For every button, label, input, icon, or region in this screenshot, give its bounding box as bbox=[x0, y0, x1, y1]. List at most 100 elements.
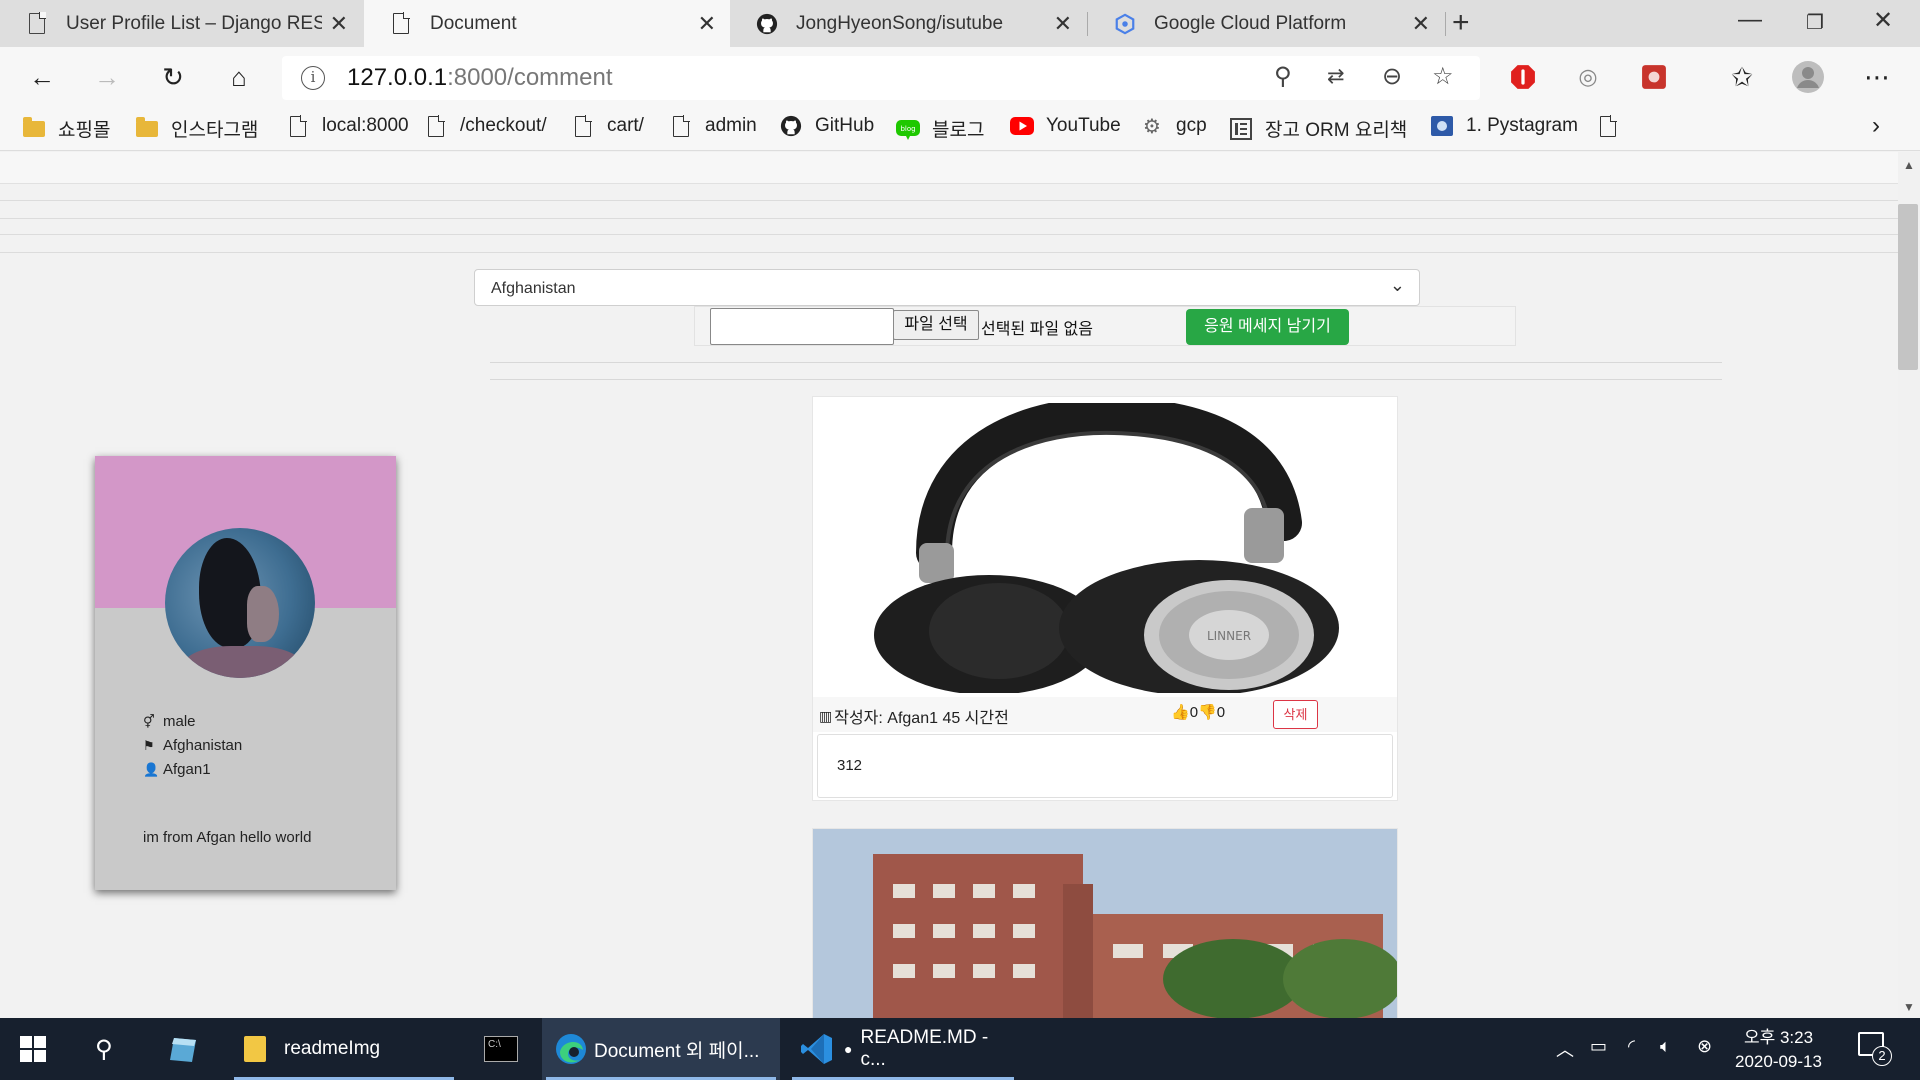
bookmarks-overflow-icon[interactable]: › bbox=[1872, 112, 1880, 140]
minimize-icon[interactable]: — bbox=[1738, 6, 1762, 34]
close-icon[interactable]: ✕ bbox=[1054, 11, 1072, 37]
search-icon[interactable]: ⚲ bbox=[95, 1018, 113, 1080]
battery-icon[interactable]: ▭ bbox=[1590, 1036, 1607, 1057]
extension-red-icon[interactable] bbox=[1634, 57, 1674, 97]
bookmark-label: 1. Pystagram bbox=[1466, 115, 1578, 136]
search-icon[interactable]: ⚲ bbox=[1274, 62, 1292, 91]
tab-separator bbox=[1445, 12, 1446, 36]
tab-strip: User Profile List – Django REST fr ✕ Doc… bbox=[0, 0, 1920, 47]
bookmark-blog[interactable]: blog 블로그 bbox=[896, 115, 984, 142]
bookmark-checkout[interactable]: /checkout/ bbox=[424, 114, 547, 137]
bookmark-gcp[interactable]: ⚙ gcp bbox=[1140, 115, 1207, 138]
zoom-out-icon[interactable]: ⊖ bbox=[1382, 62, 1402, 91]
new-tab-icon[interactable]: + bbox=[1452, 6, 1470, 40]
bookmark-label: local:8000 bbox=[322, 115, 409, 136]
bookmark-instagram[interactable]: 인스타그램 bbox=[135, 115, 258, 142]
favorites-icon[interactable]: ✩ bbox=[1722, 57, 1762, 97]
browser-toolbar: ← → ↻ ⌂ i 127.0.0.1:8000/comment ⚲ ⇄ ⊖ ☆… bbox=[0, 47, 1920, 107]
tab-user-profile-list[interactable]: User Profile List – Django REST fr ✕ bbox=[0, 0, 362, 47]
app-icon[interactable] bbox=[168, 1018, 198, 1080]
bookmark-label: cart/ bbox=[607, 115, 644, 136]
bookmark-untitled[interactable] bbox=[1596, 114, 1632, 137]
refresh-icon[interactable]: ↻ bbox=[153, 57, 193, 97]
page-icon bbox=[424, 114, 448, 137]
scroll-down-icon[interactable]: ▼ bbox=[1903, 1000, 1915, 1014]
translate-icon[interactable]: ⇄ bbox=[1327, 64, 1345, 89]
tab-document[interactable]: Document ✕ bbox=[364, 0, 730, 47]
address-bar[interactable]: i 127.0.0.1:8000/comment ⚲ ⇄ ⊖ ☆ bbox=[282, 56, 1480, 100]
bookmark-label: 블로그 bbox=[932, 120, 985, 141]
comment-meta: ▥ 작성자: Afgan1 45 시간전 👍 0 👎 0 삭제 bbox=[813, 697, 1397, 732]
thumbs-up-icon[interactable]: 👍 bbox=[1171, 703, 1190, 721]
section-divider bbox=[490, 362, 1722, 363]
bookmark-label: 인스타그램 bbox=[171, 120, 259, 141]
mute-mic-icon[interactable]: ⊗ bbox=[1697, 1036, 1712, 1057]
bookmark-label: gcp bbox=[1176, 115, 1207, 136]
more-menu-icon[interactable]: ⋯ bbox=[1857, 57, 1897, 97]
comment-body: 312 bbox=[817, 734, 1393, 798]
github-icon bbox=[756, 13, 778, 35]
country-select-value: Afghanistan bbox=[491, 280, 576, 297]
profile-username: 👤 Afgan1 bbox=[143, 758, 242, 782]
close-icon[interactable]: ✕ bbox=[330, 11, 348, 37]
message-input[interactable] bbox=[710, 308, 894, 345]
url-text: 127.0.0.1:8000/comment bbox=[347, 64, 613, 91]
bookmark-admin[interactable]: admin bbox=[669, 114, 757, 137]
vscode-icon bbox=[800, 1032, 834, 1066]
tab-google-cloud[interactable]: Google Cloud Platform ✕ bbox=[1088, 0, 1444, 47]
page-icon bbox=[286, 114, 310, 137]
start-icon[interactable] bbox=[20, 1018, 46, 1080]
country-select[interactable]: Afghanistan ⌄ bbox=[474, 269, 1420, 306]
submit-cheer-button[interactable]: 응원 메세지 남기기 bbox=[1186, 309, 1349, 345]
tab-title: Google Cloud Platform bbox=[1154, 12, 1347, 34]
window-close-icon[interactable]: ✕ bbox=[1873, 6, 1893, 35]
nav-divider bbox=[0, 200, 1898, 201]
tab-github-isutube[interactable]: JongHyeonSong/isutube ✕ bbox=[730, 0, 1086, 47]
folder-icon bbox=[244, 1036, 266, 1062]
close-icon[interactable]: ✕ bbox=[1412, 11, 1430, 37]
taskbar-terminal[interactable]: C:\ bbox=[466, 1018, 536, 1080]
forward-icon[interactable]: → bbox=[87, 57, 127, 97]
taskbar-vscode[interactable]: ● README.MD - c... bbox=[788, 1018, 1018, 1080]
restore-icon[interactable]: ❐ bbox=[1806, 10, 1824, 35]
taskbar-readmeimg[interactable]: readmeImg bbox=[230, 1018, 458, 1080]
delete-comment-button[interactable]: 삭제 bbox=[1273, 700, 1318, 729]
bookmark-label: 쇼핑몰 bbox=[58, 120, 111, 141]
favorite-star-icon[interactable]: ☆ bbox=[1432, 62, 1454, 91]
bookmarks-bar: 쇼핑몰 인스타그램 local:8000 /checkout/ cart/ ad… bbox=[0, 107, 1920, 151]
home-icon[interactable]: ⌂ bbox=[219, 57, 259, 97]
terminal-icon: C:\ bbox=[484, 1036, 518, 1062]
site-info-icon[interactable]: i bbox=[301, 66, 325, 90]
bookmark-local8000[interactable]: local:8000 bbox=[286, 114, 409, 137]
nav-divider bbox=[0, 234, 1898, 235]
wifi-icon[interactable]: ◜ bbox=[1628, 1036, 1635, 1057]
comment-image: LINNER bbox=[839, 396, 1351, 696]
bookmark-django-orm[interactable]: 장고 ORM 요리책 bbox=[1229, 115, 1407, 142]
bookmark-youtube[interactable]: YouTube bbox=[1010, 115, 1121, 137]
bookmark-shopping[interactable]: 쇼핑몰 bbox=[22, 115, 110, 142]
adblock-icon[interactable] bbox=[1503, 57, 1543, 97]
profile-avatar-icon[interactable] bbox=[1788, 57, 1828, 97]
page-icon bbox=[1596, 114, 1620, 137]
scroll-up-icon[interactable]: ▲ bbox=[1903, 158, 1915, 172]
taskbar-edge[interactable]: Document 외 페이... bbox=[542, 1018, 780, 1080]
site-navbar bbox=[0, 152, 1898, 184]
thumbs-down-icon[interactable]: 👎 bbox=[1198, 703, 1217, 721]
scrollbar-thumb[interactable] bbox=[1898, 204, 1918, 370]
chevron-up-icon[interactable]: ︿ bbox=[1556, 1036, 1574, 1062]
folder-icon bbox=[22, 116, 46, 140]
bookmark-label: GitHub bbox=[815, 115, 875, 136]
bookmark-cart[interactable]: cart/ bbox=[571, 114, 644, 137]
close-icon[interactable]: ✕ bbox=[698, 11, 716, 37]
page-viewport: Afghanistan ⌄ 파일 선택 선택된 파일 없음 응원 메세지 남기기… bbox=[0, 152, 1898, 1018]
bookmark-pystagram[interactable]: 1. Pystagram bbox=[1430, 115, 1578, 137]
system-clock[interactable]: 오후 3:23 2020-09-13 bbox=[1735, 1026, 1822, 1074]
back-icon[interactable]: ← bbox=[22, 57, 62, 97]
profile-gender: ⚥ male bbox=[143, 710, 242, 734]
volume-icon[interactable]: 🔈︎ bbox=[1660, 1036, 1671, 1057]
notification-icon[interactable]: 2 bbox=[1858, 1032, 1892, 1066]
file-choose-button[interactable]: 파일 선택 bbox=[893, 310, 979, 340]
extension-icon[interactable]: ◎ bbox=[1568, 57, 1608, 97]
svg-text:blog: blog bbox=[900, 125, 915, 133]
bookmark-github[interactable]: GitHub bbox=[779, 115, 874, 137]
